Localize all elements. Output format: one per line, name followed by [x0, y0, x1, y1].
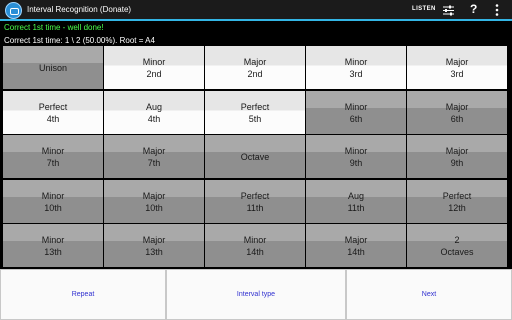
interval-label-line2: 11th	[246, 202, 264, 213]
interval-button[interactable]: Major 3rd	[407, 46, 507, 89]
interval-label-line1: Major	[142, 190, 166, 201]
interval-label-line1: Major	[243, 56, 267, 67]
interval-button[interactable]: Major 14th	[306, 224, 406, 267]
interval-label-line2: 4th	[147, 113, 161, 124]
interval-label-line2: 10th	[44, 202, 62, 213]
interval-label-line1: Unison	[38, 62, 67, 73]
interval-button[interactable]: Minor 6th	[306, 91, 406, 134]
settings-sliders-icon[interactable]	[443, 5, 454, 16]
interval-button[interactable]: Major 9th	[407, 135, 507, 178]
interval-label-line1: Major	[142, 234, 166, 245]
overflow-menu-icon[interactable]	[495, 3, 499, 17]
interval-label-line2: 2nd	[247, 68, 263, 79]
interval-label-line2: 11th	[347, 202, 365, 213]
interval-label-line2: Octaves	[440, 246, 474, 257]
interval-label-line1: Major	[142, 145, 166, 156]
interval-label-line1: Minor	[41, 145, 65, 156]
interval-label-line1: Minor	[344, 56, 368, 67]
interval-label-line1: Minor	[243, 234, 267, 245]
interval-button[interactable]: 2 Octaves	[407, 224, 507, 267]
interval-label-line1: Aug	[145, 101, 162, 112]
interval-button[interactable]: Minor 9th	[306, 135, 406, 178]
interval-button[interactable]: Aug 11th	[306, 180, 406, 223]
interval-label-line2: 12th	[448, 202, 466, 213]
interval-label-line1: Major	[445, 101, 469, 112]
interval-type-button[interactable]: Interval type	[166, 269, 346, 320]
interval-label-line2: 6th	[450, 113, 464, 124]
interval-label-line1: Minor	[142, 56, 166, 67]
interval-label-line2: 3rd	[349, 68, 363, 79]
interval-label-line1: Perfect	[442, 190, 472, 201]
interval-label-line1: 2	[454, 234, 460, 245]
app-title: Interval Recognition (Donate)	[27, 5, 132, 14]
interval-label-line2: 6th	[349, 113, 363, 124]
interval-button[interactable]: Minor 14th	[205, 224, 305, 267]
interval-label-line1: Minor	[344, 101, 368, 112]
interval-label-line1: Perfect	[240, 190, 270, 201]
interval-label-line2: 10th	[145, 202, 163, 213]
interval-label-line1: Octave	[240, 151, 270, 162]
interval-label-line1: Perfect	[240, 101, 270, 112]
interval-label-line2: 14th	[246, 246, 264, 257]
interval-button[interactable]: Major 2nd	[205, 46, 305, 89]
repeat-button[interactable]: Repeat	[0, 269, 166, 320]
interval-button[interactable]: Major 13th	[104, 224, 204, 267]
interval-label-line1: Major	[344, 234, 368, 245]
interval-button[interactable]: Minor 3rd	[306, 46, 406, 89]
interval-label-line2: 13th	[44, 246, 62, 257]
interval-label-line2: 4th	[46, 113, 60, 124]
interval-button[interactable]: Major 7th	[104, 135, 204, 178]
listen-button[interactable]: LISTEN	[412, 6, 436, 12]
interval-button[interactable]: Minor 2nd	[104, 46, 204, 89]
interval-button[interactable]: Perfect 11th	[205, 180, 305, 223]
interval-label-line2: 7th	[46, 157, 60, 168]
interval-button[interactable]: Minor 13th	[3, 224, 103, 267]
interval-label-line1: Minor	[41, 234, 65, 245]
interval-label-line2: 2nd	[146, 68, 162, 79]
app-logo-icon[interactable]	[5, 2, 22, 19]
interval-button[interactable]: Major 10th	[104, 180, 204, 223]
interval-label-line2: 13th	[145, 246, 163, 257]
interval-button[interactable]: Aug 4th	[104, 91, 204, 134]
interval-button[interactable]: Perfect 4th	[3, 91, 103, 134]
interval-label-line1: Aug	[347, 190, 364, 201]
interval-button[interactable]: Perfect 5th	[205, 91, 305, 134]
interval-label-line2: 5th	[248, 113, 262, 124]
interval-label-line1: Minor	[344, 145, 368, 156]
interval-label-line2: 14th	[347, 246, 365, 257]
interval-label-line2: 9th	[349, 157, 363, 168]
interval-label-line1: Minor	[41, 190, 65, 201]
interval-grid: Unison Minor 2nd Major 2nd Minor 3rd Major 3rd Pe…	[1, 44, 511, 268]
help-icon[interactable]: ?	[470, 2, 477, 16]
interval-label-line1: Major	[445, 56, 469, 67]
feedback-message: Correct 1st time - well done!	[4, 23, 104, 32]
next-button[interactable]: Next	[346, 269, 512, 320]
interval-button[interactable]: Minor 7th	[3, 135, 103, 178]
interval-button[interactable]: Unison	[3, 46, 103, 89]
interval-label-line2: 7th	[147, 157, 161, 168]
interval-button[interactable]: Major 6th	[407, 91, 507, 134]
interval-button[interactable]: Perfect 12th	[407, 180, 507, 223]
interval-label-line2: 9th	[450, 157, 464, 168]
interval-button[interactable]: Minor 10th	[3, 180, 103, 223]
interval-button[interactable]: Octave	[205, 135, 305, 178]
interval-label-line1: Major	[445, 145, 469, 156]
action-bar: Interval Recognition (Donate) LISTEN ?	[0, 0, 512, 21]
interval-label-line1: Perfect	[38, 101, 68, 112]
interval-label-line2: 3rd	[450, 68, 464, 79]
